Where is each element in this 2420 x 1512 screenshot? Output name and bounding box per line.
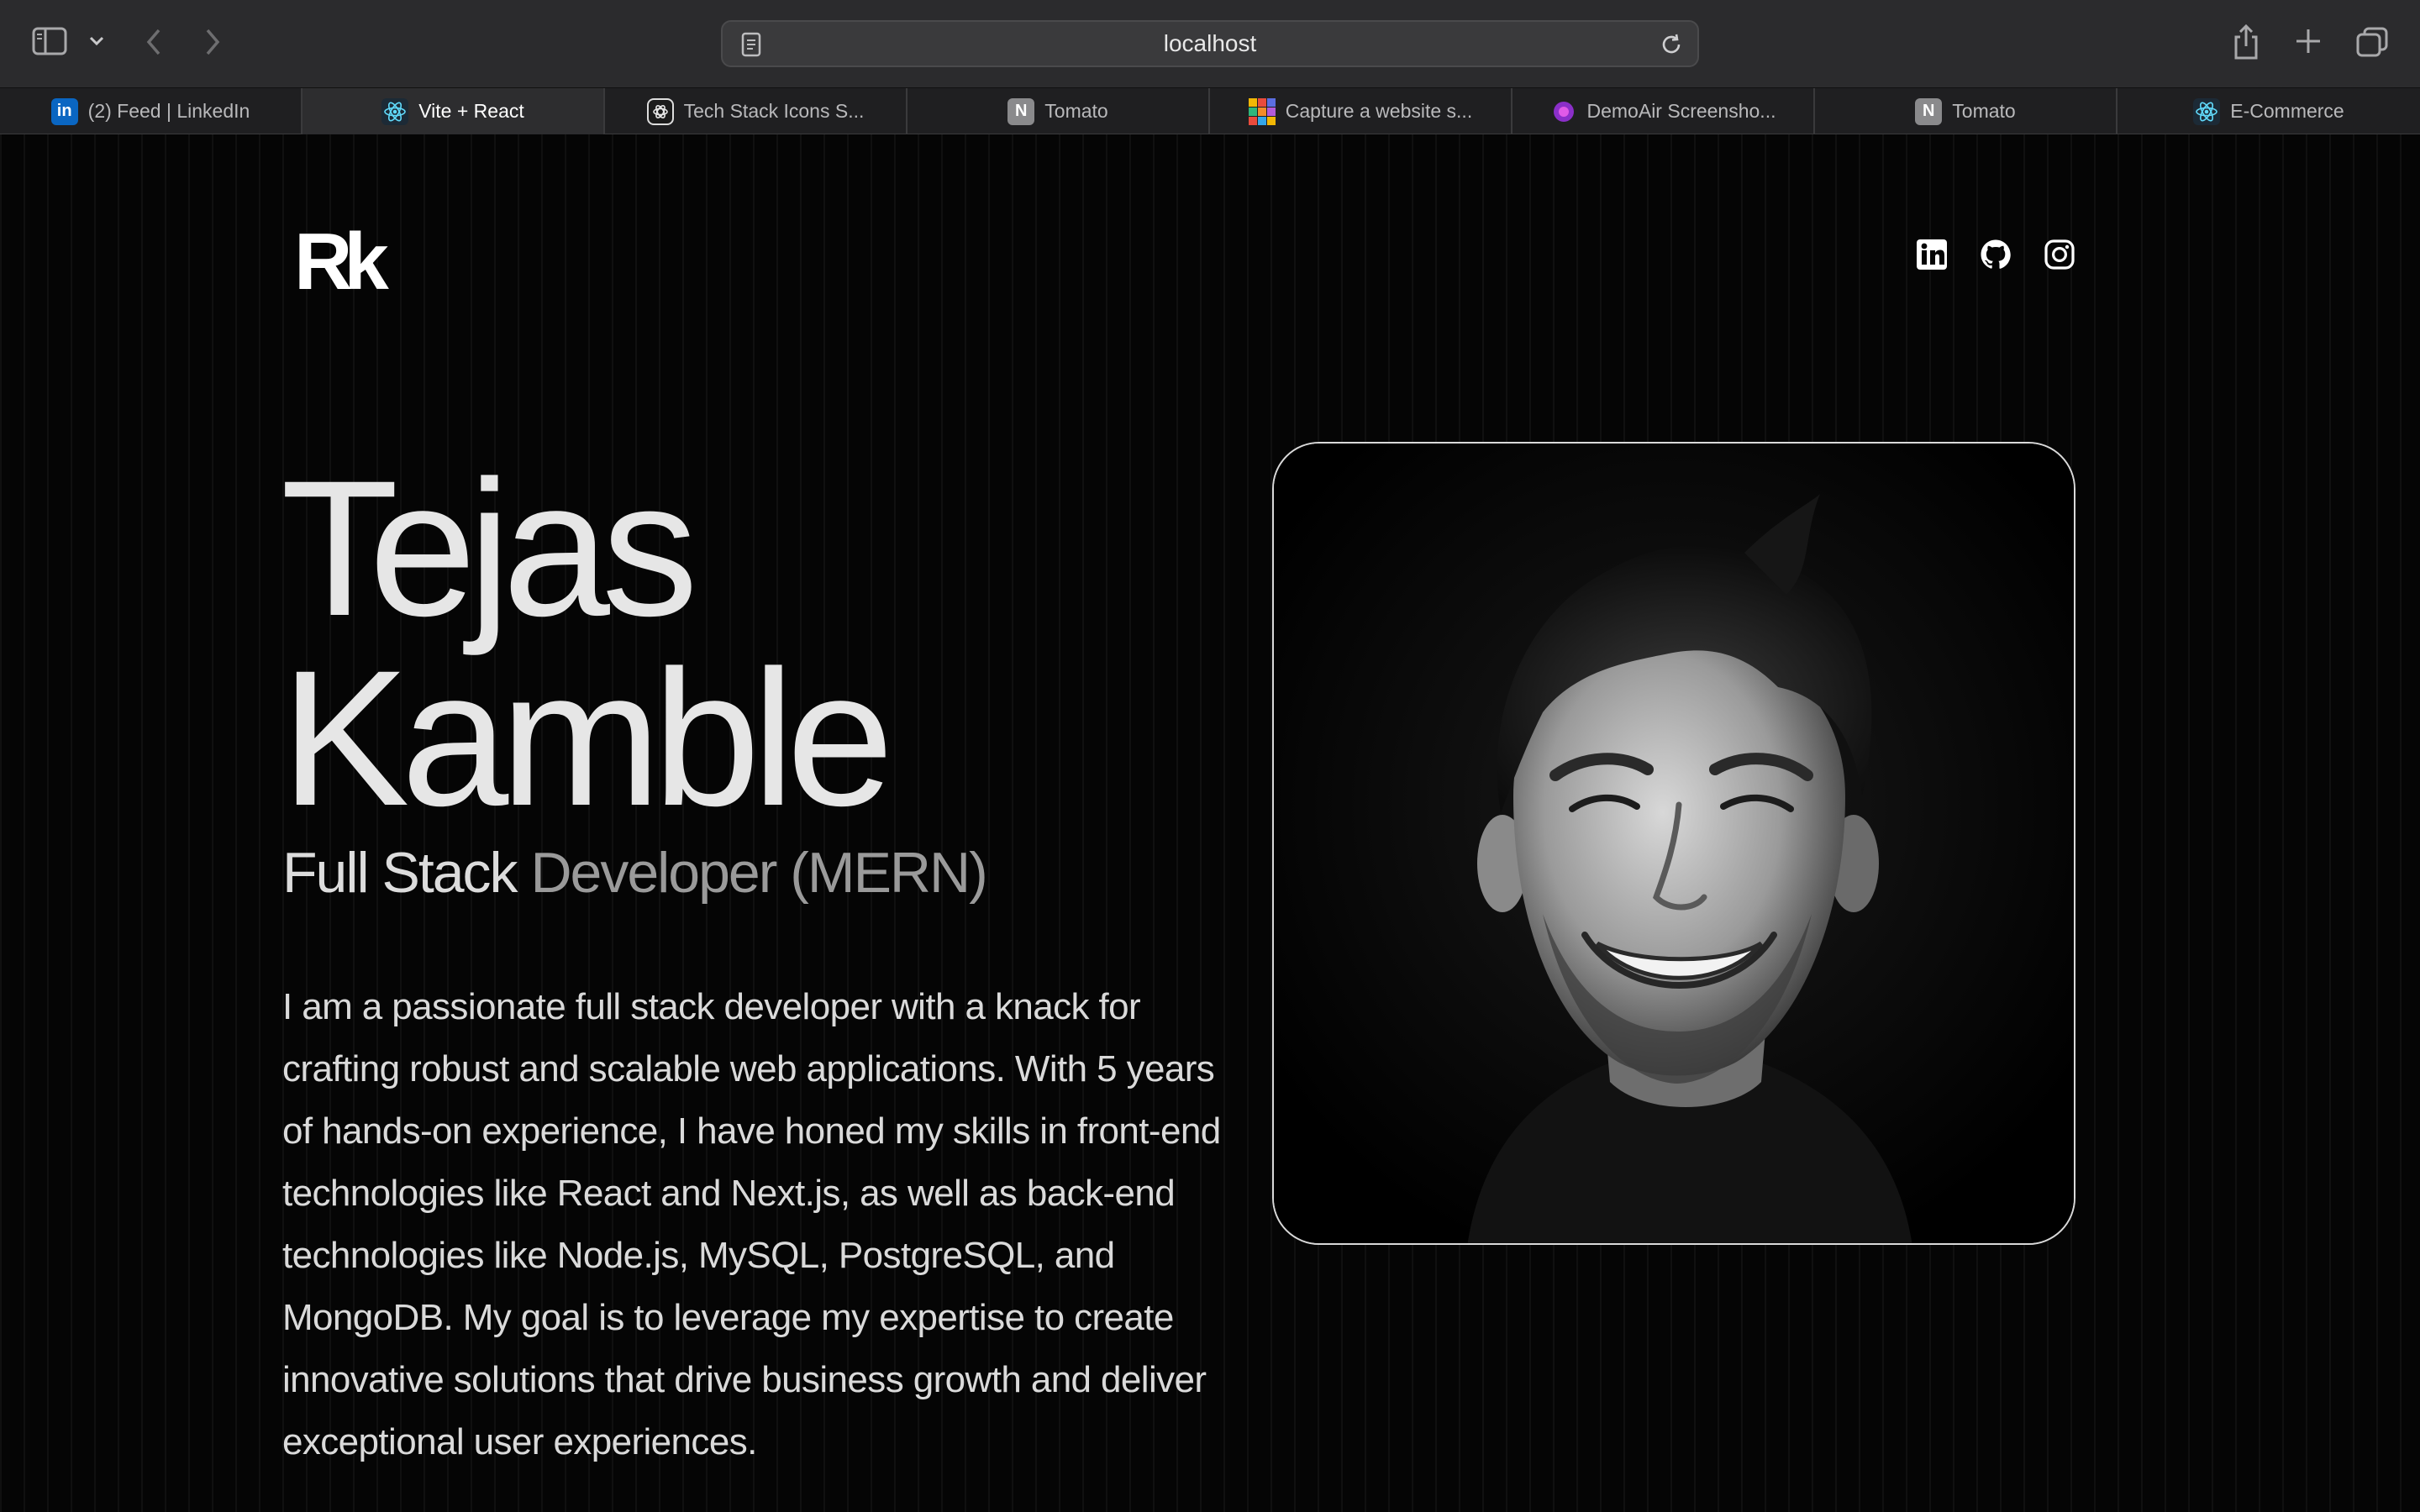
react-icon <box>381 97 409 125</box>
sidebar-toggle-icon[interactable] <box>32 27 67 55</box>
site-logo[interactable]: Rk <box>294 222 389 302</box>
tab-e-commerce[interactable]: E-Commerce <box>2118 88 2420 134</box>
browser-toolbar: localhost <box>0 0 2420 87</box>
role-primary: Full Stack <box>282 841 518 905</box>
forward-arrow-icon[interactable] <box>202 27 224 57</box>
tab-label: Vite + React <box>418 100 524 122</box>
portrait-photo <box>1272 442 2075 1245</box>
openai-icon <box>646 97 674 125</box>
tab-vite-react[interactable]: Vite + React <box>302 88 605 134</box>
share-icon[interactable] <box>2232 24 2260 60</box>
chevron-down-icon[interactable] <box>87 32 106 50</box>
first-name: Tejas <box>281 440 698 656</box>
tab-label: (2) Feed | LinkedIn <box>87 100 250 122</box>
tab-capture-website[interactable]: Capture a website s... <box>1210 88 1512 134</box>
address-bar[interactable]: localhost <box>721 20 1699 67</box>
tab-tomato[interactable]: N Tomato <box>908 88 1210 134</box>
instagram-icon[interactable] <box>2044 239 2075 270</box>
tab-label: Tomato <box>1044 100 1108 122</box>
notion-icon: N <box>1007 97 1035 125</box>
tab-label: DemoAir Screensho... <box>1586 100 1776 122</box>
tab-tomato-2[interactable]: N Tomato <box>1815 88 2118 134</box>
color-grid-icon <box>1248 97 1276 125</box>
tab-label: Tomato <box>1952 100 2016 122</box>
social-links <box>1916 239 2075 270</box>
job-title: Full Stack Developer (MERN) <box>282 840 988 906</box>
tab-label: E-Commerce <box>2230 100 2344 122</box>
linkedin-icon: in <box>50 97 78 125</box>
tab-linkedin[interactable]: in (2) Feed | LinkedIn <box>0 88 302 134</box>
new-tab-plus-icon[interactable] <box>2294 27 2323 55</box>
last-name: Kamble <box>281 630 894 846</box>
hero-name: Tejas Kamble <box>281 440 894 846</box>
tab-overview-icon[interactable] <box>2356 27 2388 57</box>
github-icon[interactable] <box>1980 239 2012 270</box>
tab-tech-stack-icons[interactable]: Tech Stack Icons S... <box>605 88 908 134</box>
notion-icon: N <box>1915 97 1943 125</box>
role-secondary: Developer (MERN) <box>530 841 987 905</box>
portfolio-page: Rk Tejas Kamble Full Stack Developer (ME… <box>0 134 2420 1512</box>
tab-bar: in (2) Feed | LinkedIn Vite + React Tech… <box>0 87 2420 134</box>
react-icon <box>2193 97 2221 125</box>
demoair-icon <box>1550 98 1577 125</box>
tab-demoair[interactable]: DemoAir Screensho... <box>1512 88 1815 134</box>
linkedin-icon[interactable] <box>1916 239 1948 270</box>
url-text: localhost <box>1163 30 1257 56</box>
tab-label: Capture a website s... <box>1285 100 1473 122</box>
reload-icon[interactable] <box>1659 32 1684 61</box>
tab-label: Tech Stack Icons S... <box>683 100 865 122</box>
bio-paragraph: I am a passionate full stack developer w… <box>282 986 1221 1462</box>
back-arrow-icon[interactable] <box>143 27 165 57</box>
